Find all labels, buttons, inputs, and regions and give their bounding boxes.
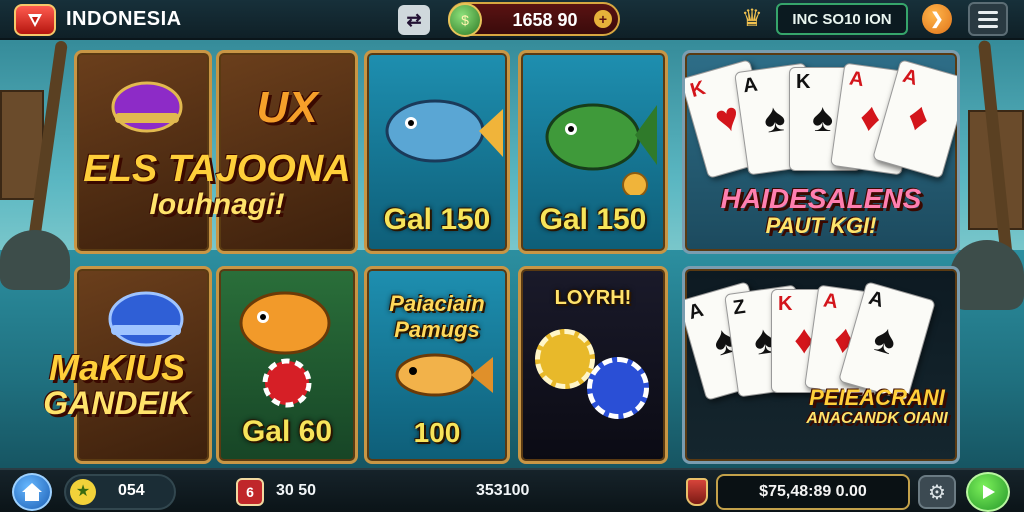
play-icon [983, 485, 995, 499]
menu-icon [978, 10, 998, 14]
bottom-bar: ★ 054 6 30 50 353100 $75,48:89 0.00 ⚙ [0, 468, 1024, 512]
promo-title-top-left-line2: Iouhnagi! [149, 188, 285, 221]
promo-title-bottom-left: MaKIUS GANDEIK [22, 350, 212, 421]
tile-9-title: LOYRH! [554, 287, 632, 309]
play-button[interactable] [966, 472, 1010, 512]
card-rank: A [821, 289, 840, 314]
promo-title-right-bottom-line1: PEIEACRANI [809, 385, 945, 410]
game-tile-5[interactable]: K ♥ A ♠ K ♠ A ♦ A ♦ HAIDESALENS PAUT KGI! [682, 50, 960, 254]
ticket-value: 30 50 [276, 482, 317, 499]
card-rank: A [900, 64, 921, 90]
game-tile-7[interactable]: Gal 60 [216, 266, 358, 464]
tile-7-caption: Gal 60 [241, 415, 333, 448]
fish-icon [385, 99, 503, 163]
region-title: INDONESIA [66, 8, 182, 30]
promo-title-right-top-line2: PAUT KGI! [765, 213, 877, 238]
card-rank: K [796, 71, 811, 93]
tile-4-caption: Gal 150 [539, 203, 647, 236]
star-icon: ★ [70, 479, 96, 505]
card-rank: K [687, 76, 708, 103]
trophy-icon[interactable]: ♛ [738, 4, 766, 34]
fish-icon-green [545, 103, 657, 195]
promo-title-top-left: ELS TAJOONA Iouhnagi! [82, 150, 352, 221]
shield-icon[interactable] [686, 478, 708, 506]
game-tile-8[interactable]: Paiaciain Pamugs 100 [364, 266, 510, 464]
level-value: 054 [118, 482, 145, 499]
blue-helmet-icon [108, 291, 184, 347]
promo-title-right-top: HAIDESALENS PAUT KGI! [695, 185, 947, 239]
promo-title-right-bottom: PEIEACRANI ANACANDK OIANI [805, 387, 949, 430]
game-tile-4[interactable]: Gal 150 [518, 50, 668, 254]
promo-title-right-bottom-line2: ANACANDK OIANI [806, 410, 948, 427]
card-rank: A [741, 73, 759, 98]
card-rank: Z [731, 295, 747, 320]
promo-title-top-left-line1: ELS TAJOONA [83, 148, 351, 190]
promo-title-bottom-left-line1: MaKIUS [48, 347, 186, 388]
blue-chip [587, 357, 649, 419]
menu-button[interactable] [968, 2, 1008, 36]
lobby-logo-icon[interactable] [14, 4, 56, 36]
fish-chip-icon [239, 291, 331, 408]
tile-2-title: UX [256, 83, 318, 132]
top-bar: INDONESIA ⇄ $ 1658 90 + ♛ INC SO10 ION ❯ [0, 0, 1024, 40]
tile-8-caption: 100 [413, 417, 461, 448]
game-tile-9[interactable]: LOYRH! [518, 266, 668, 464]
player-id[interactable]: INC SO10 ION [776, 3, 908, 35]
left-rock [0, 230, 70, 290]
game-tile-10[interactable]: A ♠ Z ♠ K ♦ A ♦ A ♠ PEIEACRANI ANACANDK OIANI [682, 266, 960, 464]
card-suit: ♠ [812, 96, 834, 140]
helmet-icon [111, 81, 183, 133]
gear-icon[interactable]: ⚙ [918, 475, 956, 509]
card-suit: ♦ [902, 93, 935, 142]
fish-icon-small [395, 353, 493, 397]
home-icon [22, 483, 42, 501]
coin-icon: $ [448, 3, 482, 37]
center-value: 353100 [476, 482, 530, 499]
card-rank: A [866, 286, 887, 312]
coin-balance-pill[interactable]: $ 1658 90 + [448, 2, 620, 37]
card-rank: A [847, 67, 866, 92]
swap-icon[interactable]: ⇄ [398, 5, 430, 35]
tile-8-title: Paiaciain Pamugs [389, 291, 485, 342]
gold-chip [535, 329, 595, 389]
notice-icon[interactable]: ❯ [922, 4, 952, 34]
right-rock [950, 240, 1024, 310]
add-coins-icon[interactable]: + [594, 10, 612, 28]
home-button[interactable] [12, 473, 52, 511]
coin-balance: 1658 90 [512, 10, 578, 30]
game-tile-3[interactable]: Gal 150 [364, 50, 510, 254]
level-pill[interactable]: ★ 054 [64, 474, 176, 510]
promo-title-right-top-line1: HAIDESALENS [720, 183, 922, 214]
tile-3-caption: Gal 150 [383, 203, 491, 236]
balance-display[interactable]: $75,48:89 0.00 [716, 474, 910, 510]
card-suit: ♠ [868, 315, 902, 364]
card-rank: A [685, 298, 706, 325]
card-suit: ♠ [760, 95, 789, 142]
card-rank: K [778, 293, 793, 315]
ticket-icon[interactable]: 6 [236, 478, 264, 506]
promo-title-bottom-left-line2: GANDEIK [43, 385, 191, 421]
